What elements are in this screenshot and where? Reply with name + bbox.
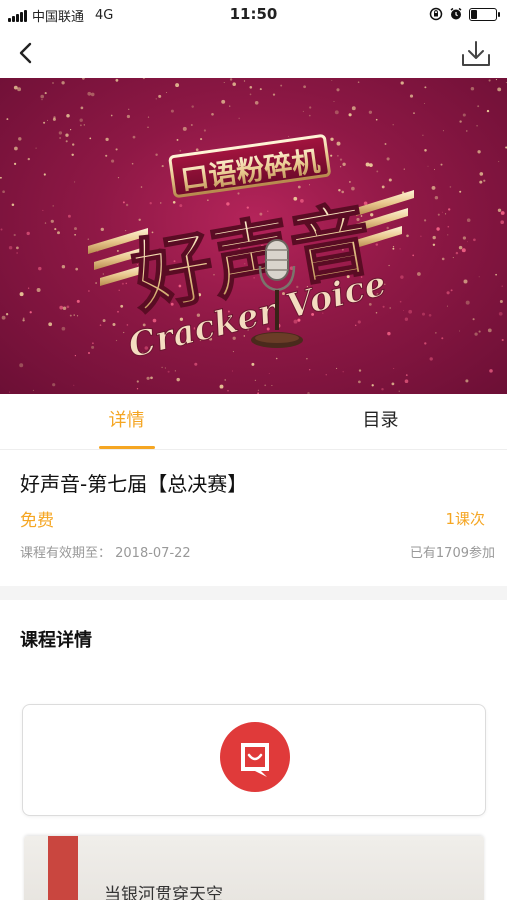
battery-icon	[469, 7, 500, 21]
status-right	[429, 7, 500, 21]
red-bookmark-strip	[48, 836, 78, 900]
download-icon	[462, 41, 490, 66]
course-detail-section: 课程详情 当银河贯穿天空	[0, 600, 507, 900]
course-price: 免费	[20, 511, 54, 531]
download-button[interactable]	[459, 38, 493, 70]
section-divider	[0, 586, 507, 600]
course-lesson-count: 1课次	[445, 510, 485, 528]
active-tab-indicator	[99, 446, 155, 449]
alarm-icon	[450, 7, 462, 20]
course-participants: 已有1709参加	[409, 546, 495, 561]
smile-logo-icon	[220, 722, 290, 792]
course-title: 好声音-第七届【总决赛】	[20, 472, 248, 496]
tab-catalog[interactable]: 目录	[254, 394, 507, 450]
course-info: 好声音-第七届【总决赛】 免费 1课次 课程有效期至： 2018-07-22 已…	[0, 450, 507, 586]
status-bar: 中国联通 4G 11:50	[0, 0, 507, 30]
chevron-left-icon	[19, 42, 32, 64]
course-expiry: 课程有效期至： 2018-07-22	[20, 546, 191, 561]
lock-rotation-icon	[429, 7, 443, 21]
back-button[interactable]	[10, 38, 42, 70]
tab-detail[interactable]: 详情	[0, 394, 253, 450]
nav-bar	[0, 30, 507, 78]
battery-level	[471, 9, 477, 19]
article-image-card: 当银河贯穿天空	[24, 836, 484, 900]
article-image-text: 当银河贯穿天空	[104, 885, 223, 900]
logo-card	[22, 704, 486, 816]
course-detail-heading: 课程详情	[20, 630, 92, 651]
tab-bar: 详情 目录	[0, 394, 507, 450]
course-banner: 口语粉碎机 好声音 Cracker Voice	[0, 78, 507, 394]
banner-artwork: 口语粉碎机 好声音 Cracker Voice	[88, 134, 414, 367]
